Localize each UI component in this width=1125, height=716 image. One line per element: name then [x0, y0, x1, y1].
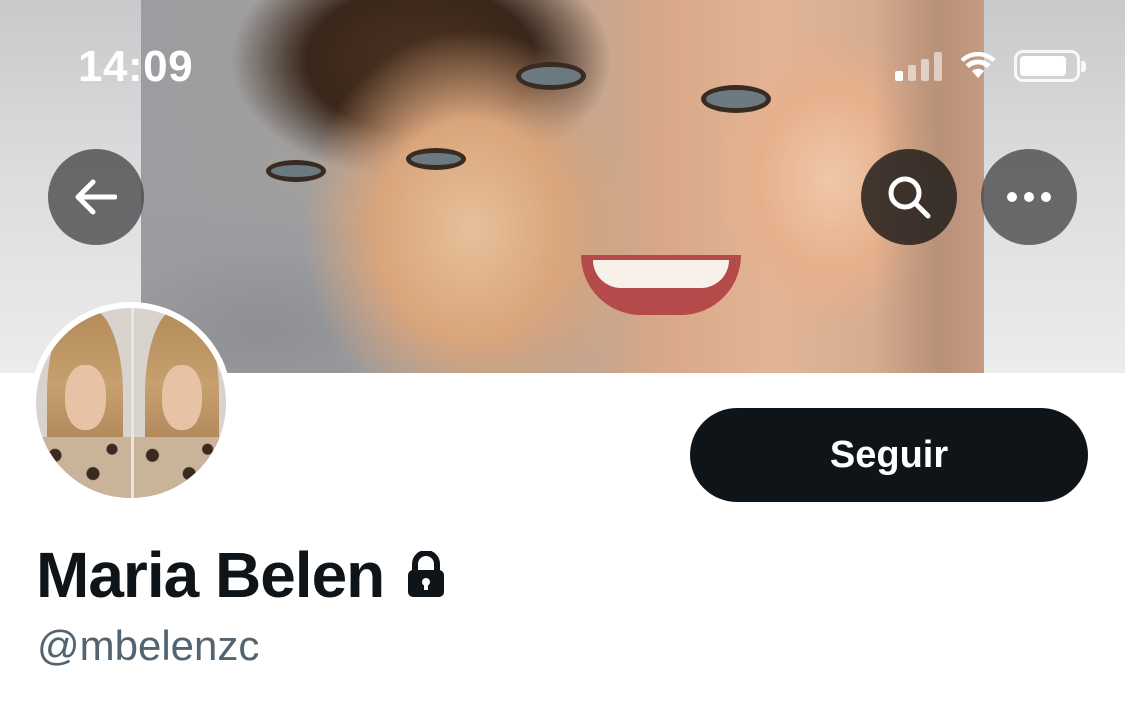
- username-handle: @mbelenzc: [37, 622, 260, 669]
- more-horizontal-icon: [1007, 192, 1051, 202]
- profile-screen: 14:09 Seguir Maria Belen @mbelenzc: [0, 0, 1125, 716]
- avatar-image: [36, 308, 226, 498]
- name-row: Maria Belen: [36, 538, 446, 612]
- status-time: 14:09: [78, 42, 194, 91]
- status-indicators: [895, 50, 1086, 82]
- back-button[interactable]: [48, 149, 144, 245]
- arrow-left-icon: [75, 179, 117, 215]
- display-name: Maria Belen: [36, 539, 385, 611]
- follow-button[interactable]: Seguir: [690, 408, 1088, 502]
- profile-avatar[interactable]: [30, 302, 232, 504]
- battery-icon: [1014, 50, 1086, 82]
- search-button[interactable]: [861, 149, 957, 245]
- search-icon: [888, 176, 931, 219]
- wifi-icon: [960, 52, 996, 78]
- banner-photo: [141, 0, 984, 373]
- signal-icon: [895, 51, 942, 81]
- lock-icon: [408, 551, 445, 597]
- more-options-button[interactable]: [981, 149, 1077, 245]
